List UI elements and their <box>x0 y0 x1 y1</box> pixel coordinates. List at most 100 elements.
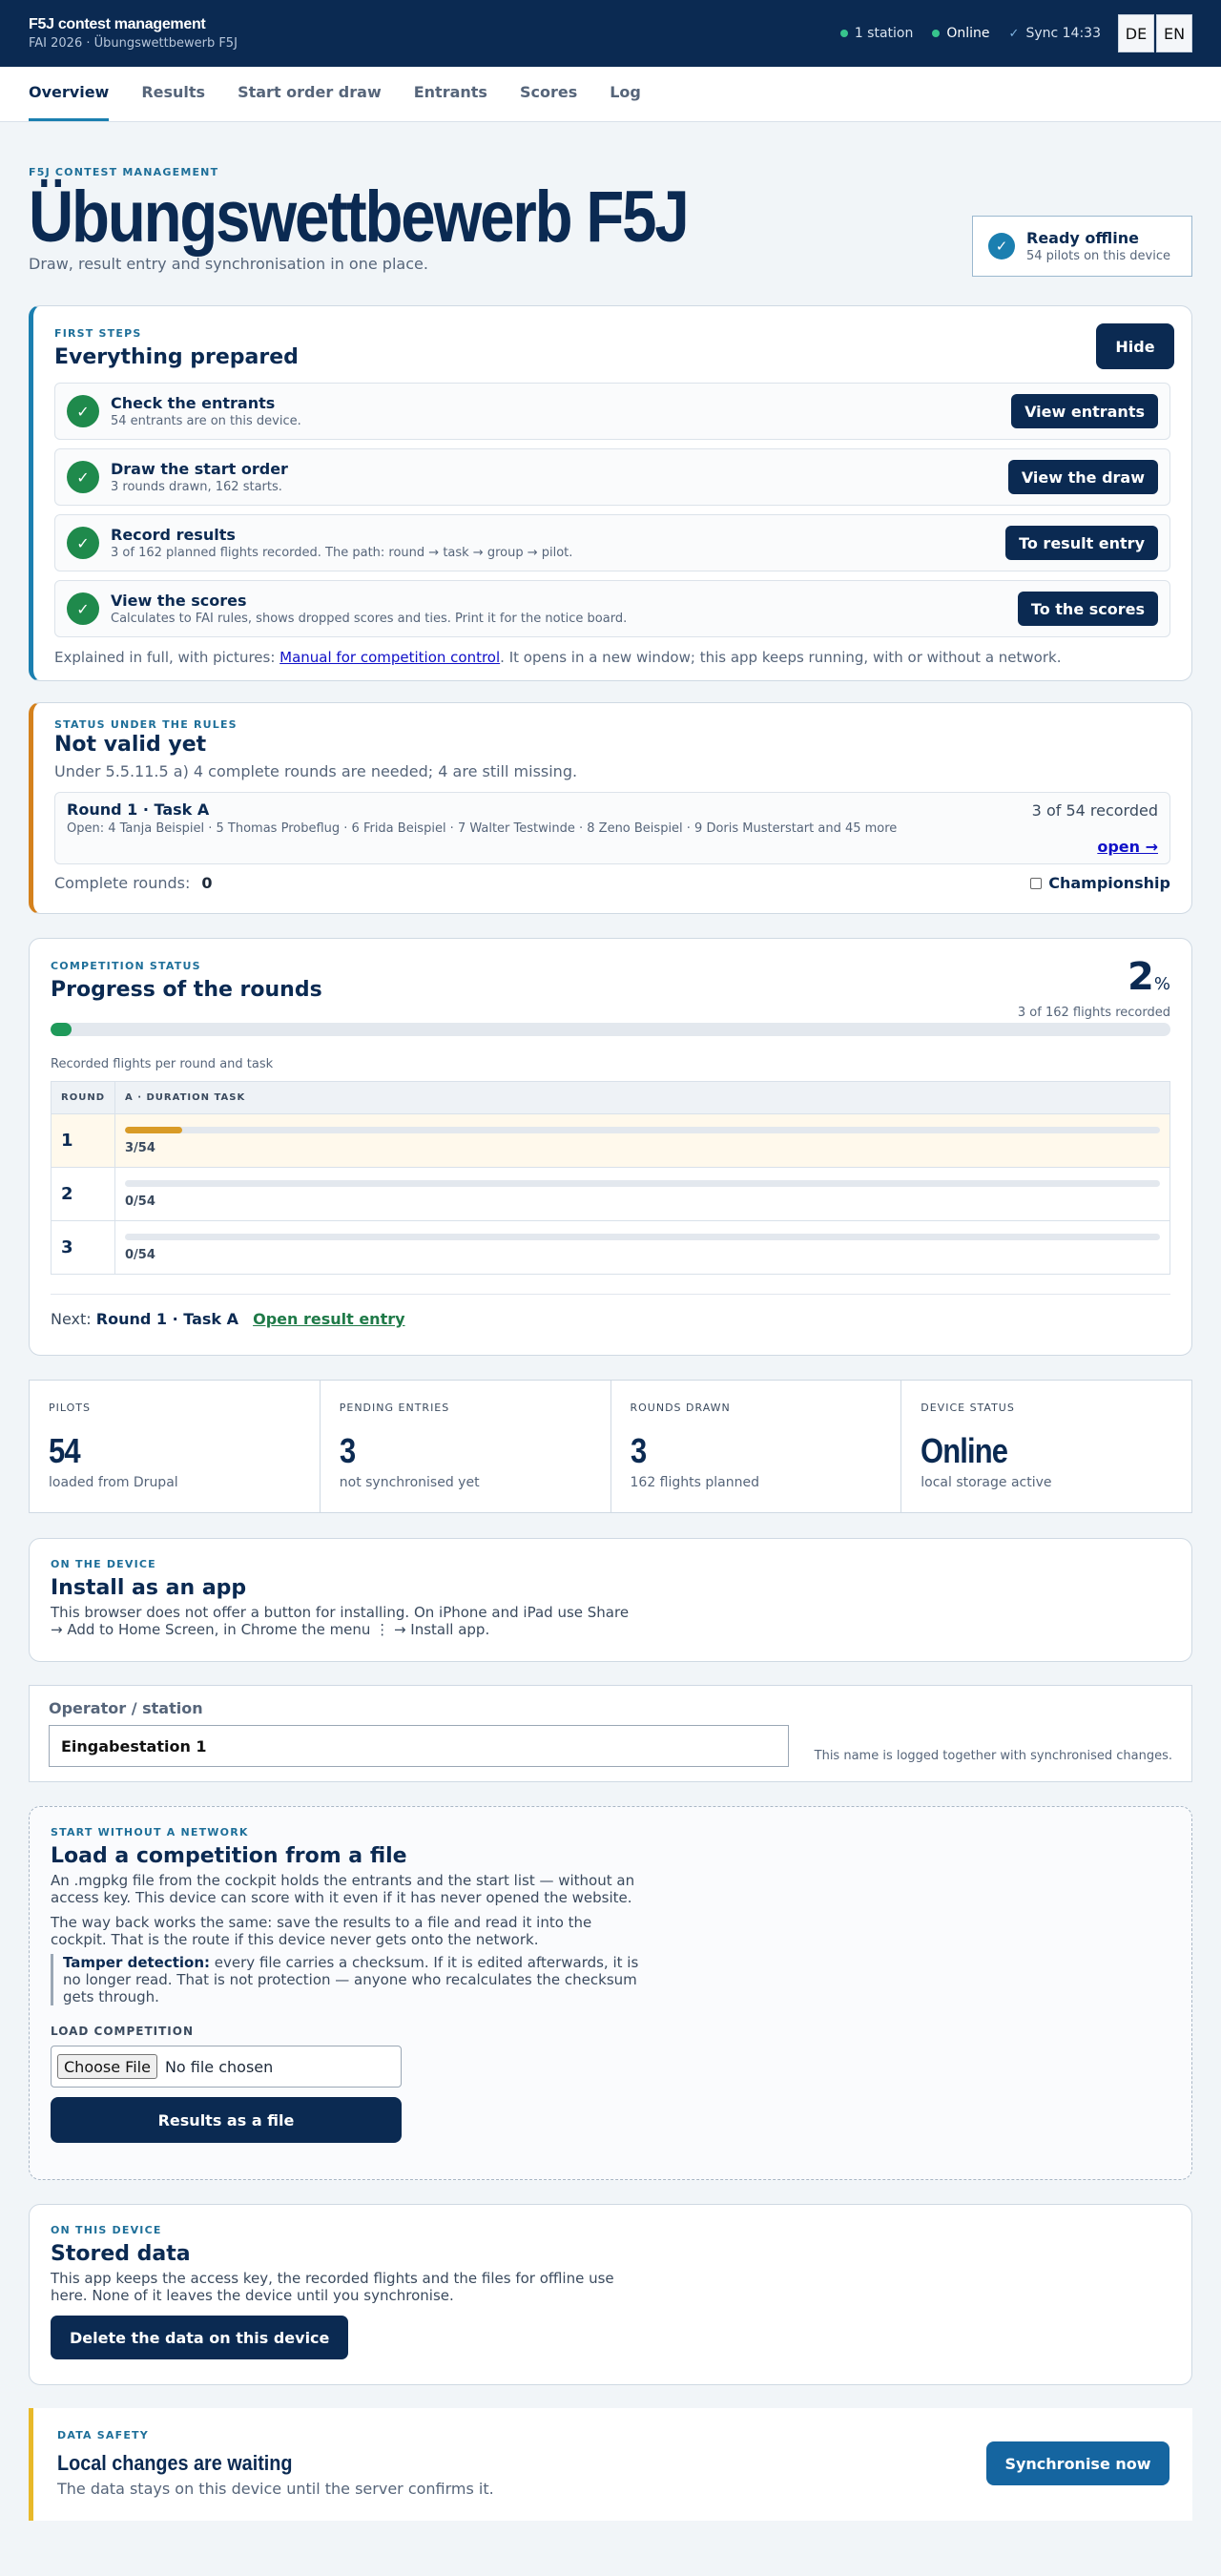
round-title: Round 1 · Task A <box>67 800 210 819</box>
offline-subtitle: 54 pilots on this device <box>1026 249 1170 263</box>
file-input[interactable]: Choose File No file chosen <box>51 2046 402 2088</box>
operator-label: Operator / station <box>49 1699 203 1717</box>
task-progress-bar <box>125 1233 1160 1240</box>
task-count: 0/54 <box>125 1194 155 1209</box>
choose-file-button[interactable]: Choose File <box>57 2054 157 2079</box>
status-dot-icon <box>839 30 848 37</box>
task-progress-bar <box>125 1126 1160 1133</box>
task-count: 0/54 <box>125 1247 155 1262</box>
sync-status: ✓ Sync 14:33 <box>1008 26 1101 41</box>
table-row[interactable]: 3 0/54 <box>51 1220 1170 1275</box>
load-title: Load a competition from a file <box>51 1844 407 1868</box>
offline-title: Ready offline <box>1026 229 1139 247</box>
validity-subtitle: Under 5.5.11.5 a) 4 complete rounds are … <box>54 762 578 780</box>
step-title: Check the entrants <box>111 394 276 412</box>
complete-rounds-label: Complete rounds: <box>54 874 191 892</box>
tab-results[interactable]: Results <box>141 83 205 121</box>
check-icon: ✓ <box>67 592 99 625</box>
overall-progress-fill <box>51 1023 72 1036</box>
step-check-entrants: ✓ Check the entrants 54 entrants are on t… <box>54 383 1170 440</box>
col-task: A · Duration task <box>114 1081 1170 1114</box>
steps-list: ✓ Check the entrants 54 entrants are on t… <box>54 383 1170 637</box>
table-row[interactable]: 1 3/54 <box>51 1113 1170 1168</box>
progress-eyebrow: Competition status <box>51 960 201 972</box>
task-progress-fill <box>125 1126 183 1133</box>
step-draw-start-order: ✓ Draw the start order 3 rounds drawn, 16… <box>54 448 1170 506</box>
tab-scores[interactable]: Scores <box>520 83 577 121</box>
round-open-pilots: Open: 4 Tanja Beispiel · 5 Thomas Probef… <box>67 821 898 836</box>
tab-start-order-draw[interactable]: Start order draw <box>238 83 382 121</box>
check-circle-icon: ✓ <box>988 233 1015 260</box>
operator-note: This name is logged together with synchr… <box>814 1749 1172 1763</box>
overall-progress-bar <box>51 1023 1170 1036</box>
rounds-table: Round A · Duration task 1 3/54 2 0/54 3 … <box>51 1081 1170 1275</box>
synchronise-now-button[interactable]: Synchronise now <box>986 2441 1169 2485</box>
manual-link[interactable]: Manual for competition control <box>279 649 500 666</box>
kpi-rounds-drawn: Rounds drawn 3 162 flights planned <box>611 1381 902 1512</box>
step-record-results: ✓ Record results 3 of 162 planned flights… <box>54 514 1170 571</box>
main-tabs: Overview Results Start order draw Entran… <box>0 67 1221 122</box>
results-as-file-button[interactable]: Results as a file <box>51 2097 402 2143</box>
safety-title: Local changes are waiting <box>57 2451 293 2475</box>
file-status: No file chosen <box>164 2057 274 2076</box>
install-eyebrow: On the device <box>51 1558 156 1570</box>
operator-panel: Operator / station Eingabestation 1 This… <box>29 1685 1192 1782</box>
per-round-label: Recorded flights per round and task <box>51 1057 274 1071</box>
tab-log[interactable]: Log <box>610 83 641 121</box>
hide-button[interactable]: Hide <box>1096 323 1174 369</box>
install-text: This browser does not offer a button for… <box>51 1604 630 1638</box>
online-status: Online <box>932 26 990 41</box>
page-title: Übungswettbewerb F5J <box>29 177 690 258</box>
delete-data-button[interactable]: Delete the data on this device <box>51 2316 349 2359</box>
kpi-device-status: Device status Online local storage active <box>921 1402 1052 1490</box>
operator-input[interactable]: Eingabestation 1 <box>49 1725 789 1767</box>
progress-percent: 2% 3 of 162 flights recorded <box>1017 955 1170 1020</box>
checkbox-icon[interactable] <box>1030 877 1043 889</box>
view-draw-button[interactable]: View the draw <box>1007 460 1158 494</box>
lang-de-button[interactable]: DE <box>1118 14 1154 52</box>
app-subtitle: FAI 2026 · Übungswettbewerb F5J <box>29 36 238 51</box>
progress-title: Progress of the rounds <box>51 978 322 1002</box>
tab-overview[interactable]: Overview <box>29 83 110 121</box>
tab-entrants[interactable]: Entrants <box>414 83 487 121</box>
view-entrants-button[interactable]: View entrants <box>1011 394 1158 428</box>
to-result-entry-button[interactable]: To result entry <box>1005 526 1158 560</box>
next-task: Next: Round 1 · Task A Open result entry <box>51 1294 1170 1328</box>
data-safety-banner: Data safety Local changes are waiting Th… <box>29 2408 1192 2521</box>
round-number: 1 <box>51 1113 115 1168</box>
task-progress-bar <box>125 1179 1160 1187</box>
kpi-pending-entries: Pending entries 3 not synchronised yet <box>321 1381 611 1512</box>
championship-checkbox[interactable]: Championship <box>1030 874 1170 892</box>
stored-text: This app keeps the access key, the recor… <box>51 2270 614 2304</box>
step-view-scores: ✓ View the scores Calculates to FAI rules… <box>54 580 1170 637</box>
check-icon: ✓ <box>1008 26 1020 41</box>
step-desc: 3 rounds drawn, 162 starts. <box>111 480 282 494</box>
stored-title: Stored data <box>51 2242 191 2266</box>
open-result-entry-link[interactable]: Open result entry <box>253 1310 404 1328</box>
lang-en-button[interactable]: EN <box>1156 14 1192 52</box>
open-round-box: Round 1 · Task A 3 of 54 recorded Open: … <box>54 792 1170 864</box>
to-scores-button[interactable]: To the scores <box>1017 592 1158 626</box>
flights-recorded: 3 of 162 flights recorded <box>1017 1006 1170 1020</box>
language-switch: DE EN <box>1118 14 1192 52</box>
step-desc: 54 entrants are on this device. <box>111 414 301 428</box>
step-title: Record results <box>111 526 236 544</box>
step-title: View the scores <box>111 592 247 610</box>
validity-card: Status under the rules Not valid yet Und… <box>29 702 1192 914</box>
step-desc: 3 of 162 planned flights recorded. The p… <box>111 546 573 560</box>
load-eyebrow: Start without a network <box>51 1826 249 1839</box>
tamper-note: Tamper detection: every file carries a c… <box>51 1954 652 2005</box>
app-title: F5J contest management <box>29 16 206 32</box>
check-icon: ✓ <box>67 395 99 427</box>
round-recorded: 3 of 54 recorded <box>1031 801 1158 820</box>
stored-data-card: On this device Stored data This app keep… <box>29 2204 1192 2385</box>
load-text-1: An .mgpkg file from the cockpit holds th… <box>51 1872 635 1906</box>
station-status: 1 station <box>839 26 913 41</box>
kpi-pilots: Pilots 54 loaded from Drupal <box>30 1381 321 1512</box>
open-round-link[interactable]: open → <box>1097 838 1158 856</box>
progress-card: Competition status Progress of the round… <box>29 938 1192 1356</box>
brand: F5J contest management FAI 2026 · Übungs… <box>29 16 238 51</box>
kpi-strip: Pilots 54 loaded from Drupal Pending entri… <box>29 1380 1192 1513</box>
first-steps-title: Everything prepared <box>54 345 299 369</box>
table-row[interactable]: 2 0/54 <box>51 1167 1170 1221</box>
